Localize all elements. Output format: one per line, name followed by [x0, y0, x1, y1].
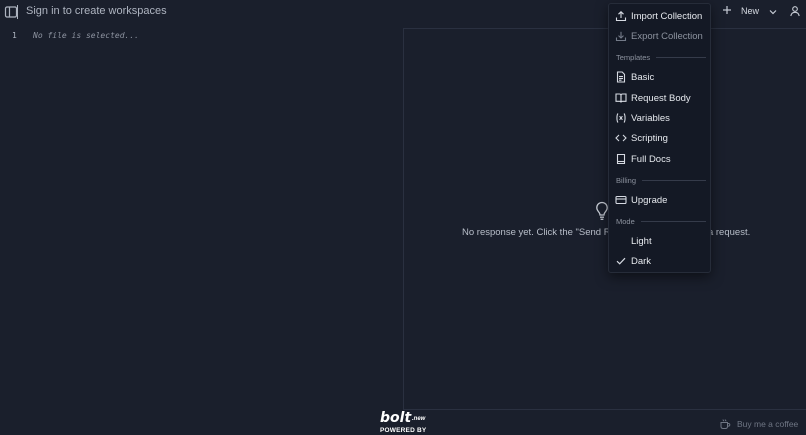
code-editor[interactable]: 1 No file is selected... [0, 24, 403, 435]
templates-section-heading: Templates [616, 51, 706, 63]
template-label: Basic [631, 71, 655, 83]
new-button[interactable]: New [741, 6, 759, 16]
templates-heading: Templates [616, 52, 651, 62]
coffee-icon [719, 418, 731, 430]
credit-card-icon [615, 194, 627, 206]
menu-item-template-variables[interactable]: Variables [609, 109, 710, 127]
new-dropdown-menu: Import Collection Export Collection Temp… [608, 3, 711, 273]
template-label: Variables [631, 112, 670, 124]
mode-label: Light [631, 235, 652, 247]
variable-icon [615, 112, 627, 124]
code-icon [615, 132, 627, 144]
section-divider [642, 179, 706, 181]
sidebar-toggle-icon[interactable] [4, 5, 18, 19]
menu-item-mode-dark[interactable]: Dark [609, 252, 710, 270]
document-icon [615, 71, 627, 83]
upload-icon [615, 10, 627, 22]
menu-item-import-collection[interactable]: Import Collection [609, 7, 710, 25]
menu-item-template-full-docs[interactable]: Full Docs [609, 150, 710, 168]
section-divider [656, 56, 706, 58]
menu-item-mode-light[interactable]: Light [609, 232, 710, 250]
powered-by-label: POWERED BY [380, 427, 427, 434]
check-icon [615, 255, 627, 267]
topbar-divider [17, 5, 18, 19]
bolt-logo[interactable]: bolt .new POWERED BY [380, 410, 432, 435]
buy-me-a-coffee-link[interactable]: Buy me a coffee [719, 418, 798, 430]
add-icon[interactable] [721, 4, 733, 18]
coffee-label: Buy me a coffee [737, 419, 799, 429]
menu-item-template-request-body[interactable]: Request Body [609, 89, 710, 107]
template-label: Request Body [631, 92, 691, 104]
mode-label: Dark [631, 255, 652, 267]
upgrade-label: Upgrade [631, 194, 668, 206]
bolt-wordmark: bolt [380, 410, 412, 426]
docs-icon [615, 153, 627, 165]
book-icon [615, 92, 627, 104]
export-collection-label: Export Collection [631, 30, 703, 42]
template-label: Full Docs [631, 153, 671, 165]
billing-heading: Billing [616, 175, 637, 185]
sign-in-link[interactable]: Sign in to create workspaces [26, 5, 167, 17]
menu-item-export-collection[interactable]: Export Collection [609, 27, 710, 45]
menu-item-upgrade[interactable]: Upgrade [609, 191, 710, 209]
lightbulb-icon [595, 201, 609, 221]
line-number: 1 [12, 31, 17, 40]
import-collection-label: Import Collection [631, 10, 703, 22]
download-icon [615, 30, 627, 42]
menu-item-template-basic[interactable]: Basic [609, 68, 710, 86]
billing-section-heading: Billing [616, 174, 706, 186]
menu-item-template-scripting[interactable]: Scripting [609, 129, 710, 147]
mode-heading: Mode [616, 216, 635, 226]
mode-section-heading: Mode [616, 215, 706, 227]
editor-placeholder: No file is selected... [33, 31, 139, 40]
bolt-suffix: .new [412, 416, 426, 422]
template-label: Scripting [631, 132, 668, 144]
section-divider [640, 220, 706, 222]
chevron-down-icon[interactable] [767, 6, 779, 18]
user-icon[interactable] [789, 5, 801, 17]
